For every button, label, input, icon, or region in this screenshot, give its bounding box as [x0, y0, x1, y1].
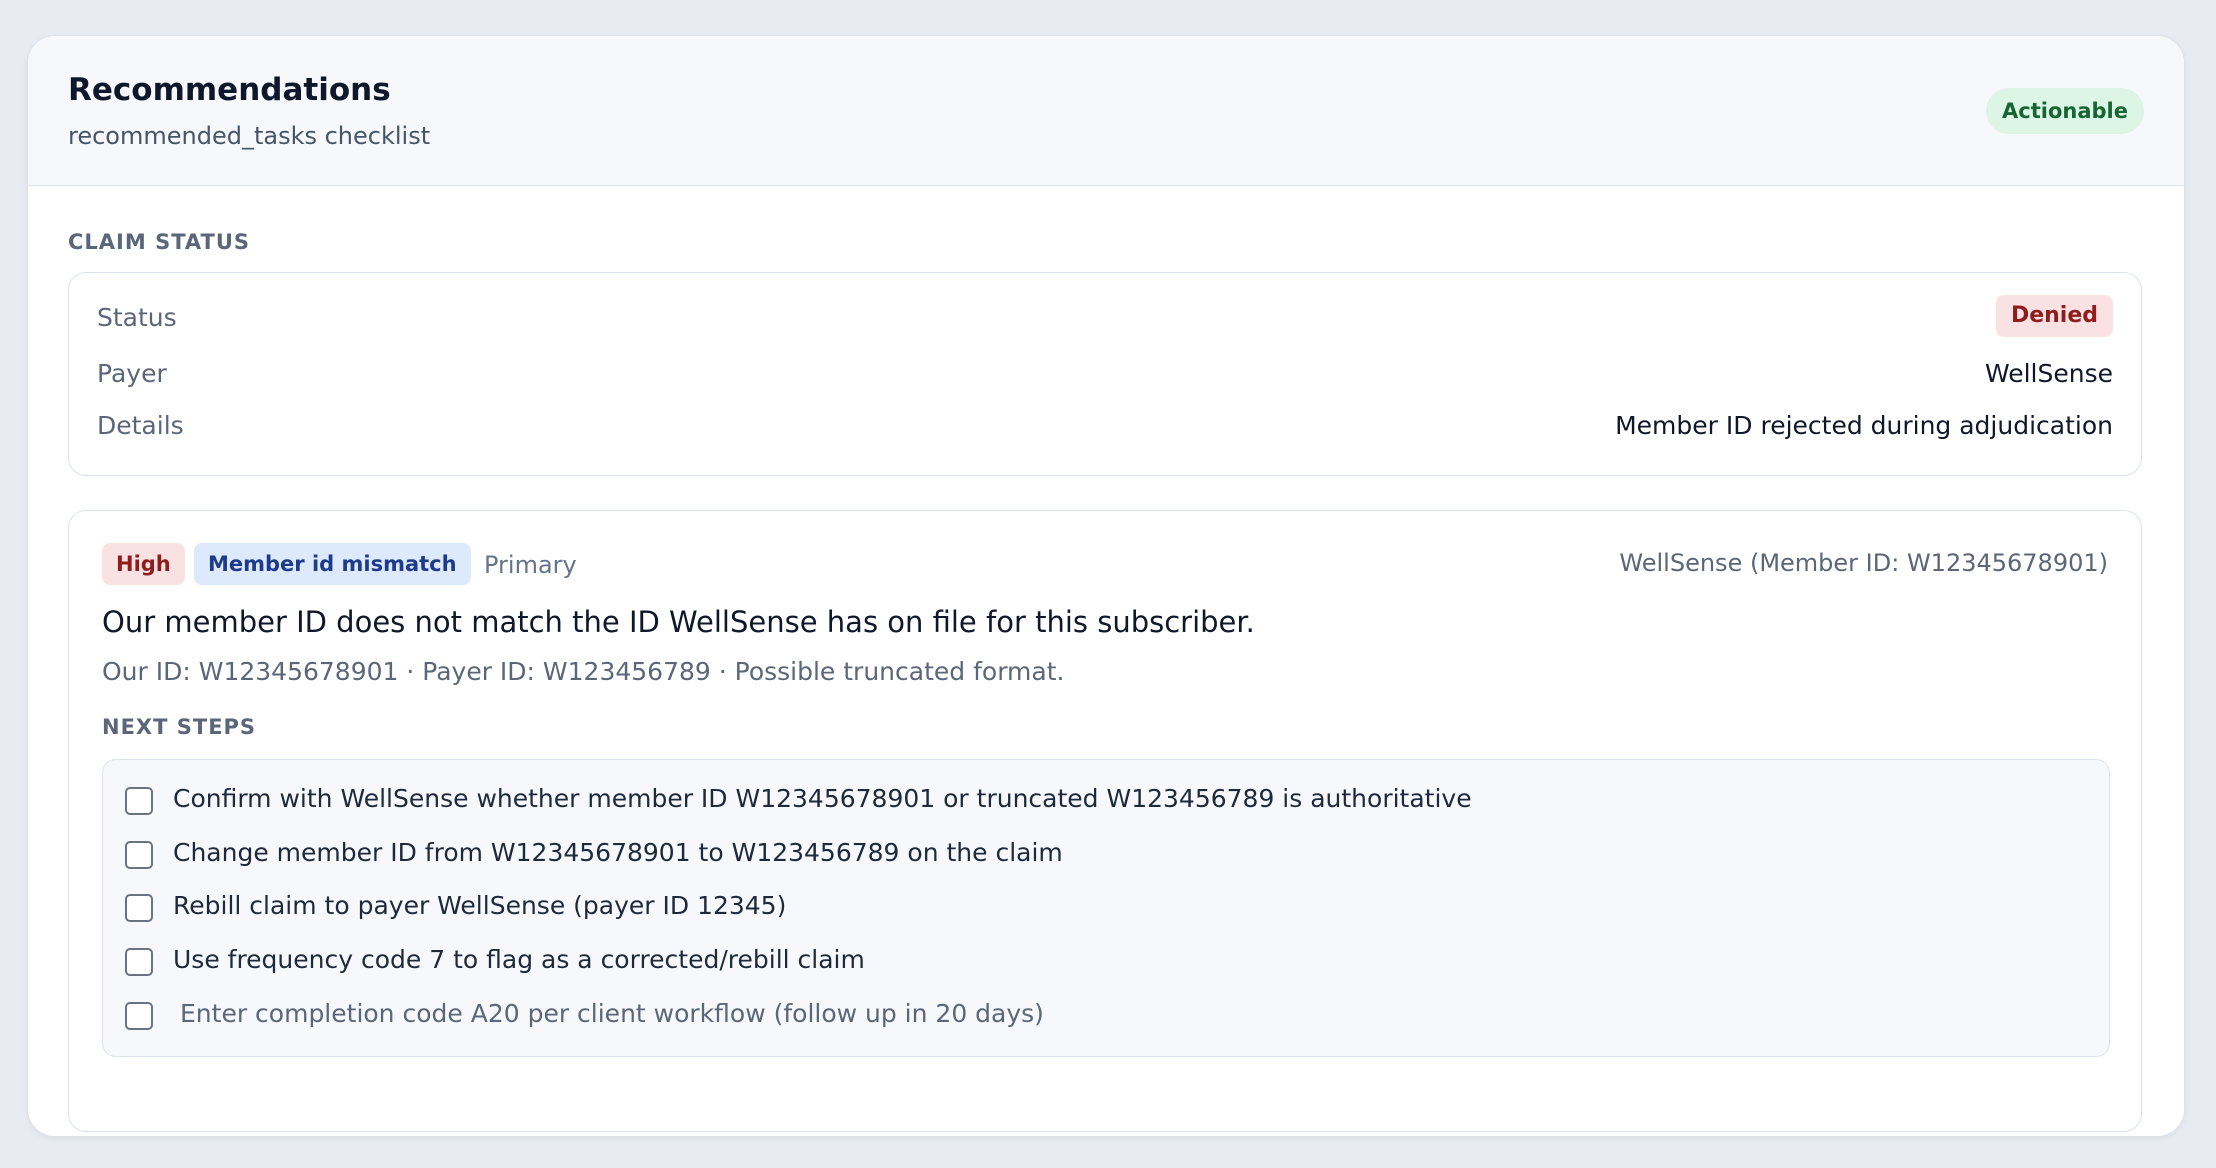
status-key: Status	[97, 303, 177, 332]
step-checkbox[interactable]	[125, 1002, 153, 1030]
next-steps-label: NEXT STEPS	[102, 715, 257, 739]
issue-title: Our member ID does not match the ID Well…	[102, 605, 1255, 639]
issue-detail: Our ID: W12345678901 · Payer ID: W123456…	[102, 657, 1065, 686]
step-label: Enter completion code A20 per client wor…	[180, 999, 1044, 1028]
step-label: Rebill claim to payer WellSense (payer I…	[173, 891, 787, 920]
card-title: Recommendations	[68, 72, 391, 108]
payer-key: Payer	[97, 359, 167, 388]
step-checkbox[interactable]	[125, 948, 153, 976]
payer-reference: WellSense (Member ID: W12345678901)	[1619, 549, 2108, 577]
payer-row: Payer WellSense	[97, 355, 2113, 395]
recommendations-card: Recommendations recommended_tasks checkl…	[27, 35, 2185, 1137]
category-badge: Member id mismatch	[194, 543, 471, 585]
step-label: Confirm with WellSense whether member ID…	[173, 784, 1472, 813]
actionable-badge: Actionable	[1986, 88, 2144, 134]
claim-status-label: CLAIM STATUS	[68, 230, 251, 254]
issue-panel: High Member id mismatch Primary WellSens…	[68, 510, 2142, 1132]
rank-label: Primary	[484, 551, 577, 579]
status-badge: Denied	[1995, 295, 2113, 337]
step-checkbox[interactable]	[125, 841, 153, 869]
claim-status-panel: Status Denied Payer WellSense Details Me…	[68, 272, 2142, 476]
next-steps-list: Confirm with WellSense whether member ID…	[102, 759, 2110, 1057]
payer-value: WellSense	[1984, 359, 2113, 388]
step-label: Use frequency code 7 to flag as a correc…	[173, 945, 865, 974]
step-checkbox[interactable]	[125, 787, 153, 815]
details-row: Details Member ID rejected during adjudi…	[97, 407, 2113, 447]
details-value: Member ID rejected during adjudication	[1615, 411, 2113, 440]
step-checkbox[interactable]	[125, 894, 153, 922]
severity-badge: High	[102, 543, 185, 585]
details-key: Details	[97, 411, 184, 440]
card-subtitle: recommended_tasks checklist	[68, 122, 431, 150]
card-header: Recommendations recommended_tasks checkl…	[28, 36, 2184, 186]
step-label: Change member ID from W12345678901 to W1…	[173, 838, 1063, 867]
status-row: Status Denied	[97, 295, 2113, 339]
